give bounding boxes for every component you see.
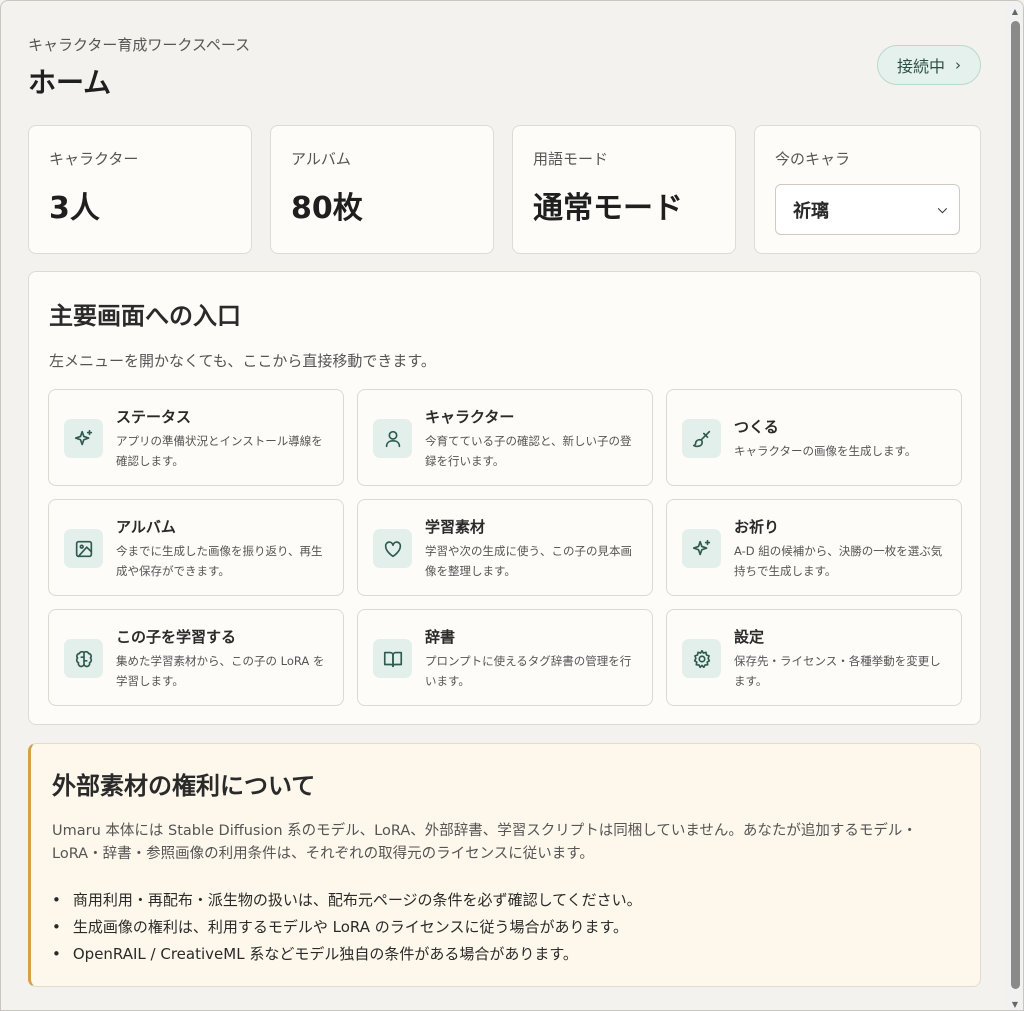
stat-value: 通常モード	[533, 191, 683, 226]
chevron-down-icon: ⌵	[937, 202, 947, 216]
stats-row: キャラクター 3人 アルバム 80枚 用語モード 通常モード 今のキャラ 祈璃 …	[28, 125, 981, 254]
tile-status[interactable]: ステータス アプリの準備状況とインストール導線を確認します。	[48, 389, 344, 486]
brain-icon	[64, 639, 103, 678]
entry-title: 主要画面への入口	[49, 302, 241, 330]
page-title: ホーム	[28, 66, 112, 99]
image-icon	[64, 529, 103, 568]
stat-value: 80枚	[291, 191, 363, 226]
connection-status-button[interactable]: 接続中 ›	[877, 45, 981, 85]
stat-label: 用語モード	[533, 150, 609, 168]
tile-description: アプリの準備状況とインストール導線を確認します。	[116, 434, 323, 468]
gear-icon	[682, 639, 721, 678]
book-icon	[373, 639, 412, 678]
tile-dictionary[interactable]: 辞書 プロンプトに使えるタグ辞書の管理を行います。	[357, 609, 653, 706]
tile-description: 今までに生成した画像を振り返り、再生成や保存ができます。	[116, 544, 323, 578]
stat-card-term-mode: 用語モード 通常モード	[512, 125, 736, 254]
tile-album[interactable]: アルバム 今までに生成した画像を振り返り、再生成や保存ができます。	[48, 499, 344, 596]
chevron-right-icon: ›	[955, 56, 961, 74]
scroll-up-icon[interactable]: ▲	[1007, 3, 1023, 19]
workspace-label: キャラクター育成ワークスペース	[28, 36, 251, 54]
tile-title: 設定	[734, 628, 765, 646]
list-item: OpenRAIL / CreativeML 系などモデル独自の条件がある場合があ…	[52, 941, 642, 968]
tile-description: 学習や次の生成に使う、この子の見本画像を整理します。	[425, 544, 632, 578]
tile-train-lora[interactable]: この子を学習する 集めた学習素材から、この子の LoRA を学習します。	[48, 609, 344, 706]
tile-settings[interactable]: 設定 保存先・ライセンス・各種挙動を変更します。	[666, 609, 962, 706]
sparkles-icon	[64, 419, 103, 458]
select-value: 祈璃	[793, 200, 829, 222]
tile-title: つくる	[734, 418, 779, 436]
app-window: キャラクター育成ワークスペース ホーム 接続中 › キャラクター 3人 アルバム…	[0, 0, 1024, 1011]
connection-status-label: 接続中	[896, 57, 945, 76]
scrollbar-thumb[interactable]	[1011, 21, 1020, 989]
tile-description: 集めた学習素材から、この子の LoRA を学習します。	[116, 654, 325, 688]
rights-body: Umaru 本体には Stable Diffusion 系のモデル、LoRA、外…	[52, 823, 917, 862]
tile-character[interactable]: キャラクター 今育てている子の確認と、新しい子の登録を行います。	[357, 389, 653, 486]
tile-title: アルバム	[116, 518, 176, 536]
tile-title: 辞書	[425, 628, 456, 646]
scroll-down-icon[interactable]: ▼	[1007, 996, 1023, 1010]
brush-icon	[682, 419, 721, 458]
list-item: 商用利用・再配布・派生物の扱いは、配布元ページの条件を必ず確認してください。	[52, 887, 642, 914]
stat-label: キャラクター	[49, 150, 139, 168]
entry-panel: 主要画面への入口 左メニューを開かなくても、ここから直接移動できます。 ステータ…	[28, 271, 981, 725]
sparkles-icon	[682, 529, 721, 568]
tile-training-material[interactable]: 学習素材 学習や次の生成に使う、この子の見本画像を整理します。	[357, 499, 653, 596]
list-item: 生成画像の権利は、利用するモデルや LoRA のライセンスに従う場合があります。	[52, 914, 642, 941]
tile-title: お祈り	[734, 518, 780, 536]
heart-icon	[373, 529, 412, 568]
stat-card-characters: キャラクター 3人	[28, 125, 252, 254]
stat-card-current-character: 今のキャラ 祈璃 ⌵	[754, 125, 981, 254]
user-icon	[373, 419, 412, 458]
tile-description: キャラクターの画像を生成します。	[734, 444, 917, 458]
current-character-select[interactable]: 祈璃 ⌵	[775, 184, 960, 235]
stat-value: 3人	[49, 191, 100, 226]
entry-description: 左メニューを開かなくても、ここから直接移動できます。	[49, 352, 436, 370]
tile-description: A-D 組の候補から、決勝の一枚を選ぶ気持ちで生成します。	[734, 544, 943, 578]
stat-label: アルバム	[291, 150, 351, 168]
tile-description: プロンプトに使えるタグ辞書の管理を行います。	[425, 654, 632, 688]
rights-title: 外部素材の権利について	[52, 772, 316, 800]
tile-prayer[interactable]: お祈り A-D 組の候補から、決勝の一枚を選ぶ気持ちで生成します。	[666, 499, 962, 596]
entry-grid: ステータス アプリの準備状況とインストール導線を確認します。 キャラクター 今育…	[48, 389, 962, 706]
vertical-scrollbar[interactable]: ▲ ▼	[1007, 1, 1023, 1010]
tile-title: ステータス	[116, 408, 192, 426]
tile-title: キャラクター	[425, 408, 515, 426]
rights-list: 商用利用・再配布・派生物の扱いは、配布元ページの条件を必ず確認してください。 生…	[52, 887, 642, 968]
stat-label: 今のキャラ	[775, 150, 851, 168]
tile-description: 今育てている子の確認と、新しい子の登録を行います。	[425, 434, 632, 468]
tile-title: この子を学習する	[116, 628, 237, 646]
rights-notice-panel: 外部素材の権利について Umaru 本体には Stable Diffusion …	[28, 743, 981, 987]
tile-title: 学習素材	[425, 518, 486, 536]
stat-card-album: アルバム 80枚	[270, 125, 494, 254]
tile-description: 保存先・ライセンス・各種挙動を変更します。	[734, 654, 941, 688]
tile-create[interactable]: つくる キャラクターの画像を生成します。	[666, 389, 962, 486]
